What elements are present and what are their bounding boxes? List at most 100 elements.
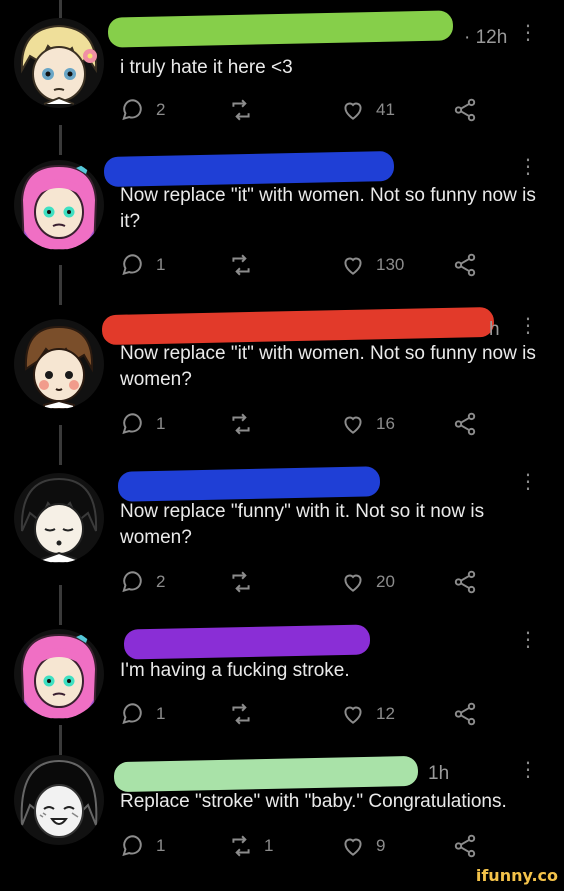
heart-icon: [344, 102, 362, 120]
post-actions: 2 20: [120, 569, 500, 597]
post-actions: 1 16: [120, 411, 500, 439]
like-button[interactable]: 130: [340, 252, 404, 278]
heart-icon: [344, 706, 362, 724]
post-time: 1h: [428, 763, 450, 784]
post-actions: 1 1 9: [120, 833, 500, 861]
repost-button[interactable]: [228, 411, 264, 437]
avatar[interactable]: [14, 319, 104, 409]
reply-count: 1: [156, 414, 166, 433]
repost-icon: [232, 413, 250, 435]
pink-hair-character-avatar: [14, 629, 104, 719]
heart-icon: [344, 257, 362, 275]
redaction-scribble: [123, 624, 371, 660]
avatar[interactable]: [14, 629, 104, 719]
post-text: I'm having a fucking stroke.: [120, 660, 350, 681]
share-button[interactable]: [452, 569, 478, 595]
like-button[interactable]: 9: [340, 833, 385, 859]
more-vertical-icon[interactable]: ⋮: [518, 630, 538, 650]
post-actions: 1 12: [120, 701, 500, 729]
like-button[interactable]: 16: [340, 411, 395, 437]
footer-bar: ifunny.co: [0, 860, 564, 891]
comment-icon: [122, 413, 142, 435]
comment-icon: [122, 571, 142, 593]
post-text: i truly hate it here <3: [120, 57, 293, 78]
pink-hair-character-avatar: [14, 160, 104, 250]
share-button[interactable]: [452, 411, 478, 437]
reply-button[interactable]: 1: [120, 252, 165, 278]
reply-count: 2: [156, 100, 166, 119]
avatar[interactable]: [14, 755, 104, 845]
blonde-character-avatar: [14, 18, 104, 108]
share-icon: [454, 412, 476, 436]
reply-button[interactable]: 1: [120, 833, 165, 859]
like-count: 12: [376, 704, 395, 723]
repost-button[interactable]: [228, 97, 264, 123]
avatar[interactable]: [14, 473, 104, 563]
share-button[interactable]: [452, 252, 478, 278]
redaction-scribble: [101, 306, 495, 346]
post: h ⋮ Now replace "it" with women. Not so …: [0, 305, 564, 465]
like-count: 9: [376, 836, 386, 855]
avatar[interactable]: [14, 18, 104, 108]
avatar[interactable]: [14, 160, 104, 250]
post-text: Replace "stroke" with "baby." Congratula…: [120, 791, 507, 812]
share-button[interactable]: [452, 701, 478, 727]
post-text: Now replace "funny" with it. Not so it n…: [120, 501, 485, 548]
repost-button[interactable]: 1: [228, 833, 273, 859]
more-vertical-icon[interactable]: ⋮: [518, 760, 538, 780]
post: ⋮ I'm having a fucking stroke. 1 12: [0, 624, 564, 760]
share-icon: [454, 834, 476, 858]
repost-icon: [232, 703, 250, 725]
reply-button[interactable]: 1: [120, 411, 165, 437]
heart-icon: [344, 838, 362, 856]
like-count: 20: [376, 572, 395, 591]
reply-count: 1: [156, 704, 166, 723]
like-count: 16: [376, 414, 395, 433]
reply-button[interactable]: 2: [120, 97, 165, 123]
watermark-logo: ifunny.co: [475, 866, 558, 885]
post-text: Now replace "it" with women. Not so funn…: [120, 343, 536, 390]
like-button[interactable]: 20: [340, 569, 395, 595]
reply-button[interactable]: 1: [120, 701, 165, 727]
post-time: h: [489, 319, 500, 340]
comment-icon: [122, 835, 142, 857]
more-vertical-icon[interactable]: ⋮: [518, 23, 538, 43]
share-button[interactable]: [452, 833, 478, 859]
post: · 12h ⋮ i truly hate it here <3 2 41: [0, 0, 564, 150]
post: ⋮ Now replace "funny" with it. Not so it…: [0, 465, 564, 625]
more-vertical-icon[interactable]: ⋮: [518, 157, 538, 177]
repost-icon: [232, 254, 250, 276]
reply-count: 2: [156, 572, 166, 591]
like-button[interactable]: 12: [340, 701, 395, 727]
post: ⋮ Now replace "it" with women. Not so fu…: [0, 150, 564, 310]
post-actions: 1 130: [120, 252, 500, 280]
repost-button[interactable]: [228, 701, 264, 727]
share-button[interactable]: [452, 97, 478, 123]
like-count: 130: [376, 255, 405, 274]
reply-button[interactable]: 2: [120, 569, 165, 595]
repost-count: 1: [264, 836, 274, 855]
like-button[interactable]: 41: [340, 97, 395, 123]
share-icon: [454, 253, 476, 277]
monochrome-character-avatar: [14, 755, 104, 845]
repost-button[interactable]: [228, 252, 264, 278]
like-count: 41: [376, 100, 395, 119]
repost-button[interactable]: [228, 569, 264, 595]
heart-icon: [344, 574, 362, 592]
repost-icon: [232, 99, 250, 121]
share-icon: [454, 570, 476, 594]
post-text: Now replace "it" with women. Not so funn…: [120, 185, 536, 232]
redaction-scribble: [103, 150, 395, 188]
repost-icon: [232, 571, 250, 593]
more-vertical-icon[interactable]: ⋮: [518, 316, 538, 336]
comment-icon: [122, 703, 142, 725]
more-vertical-icon[interactable]: ⋮: [518, 472, 538, 492]
redaction-scribble: [113, 755, 419, 793]
post: 1h ⋮ Replace "stroke" with "baby." Congr…: [0, 755, 564, 860]
reply-count: 1: [156, 255, 166, 274]
redaction-scribble: [107, 10, 454, 48]
redaction-scribble: [117, 466, 381, 502]
share-icon: [454, 98, 476, 122]
heart-icon: [344, 416, 362, 434]
post-actions: 2 41: [120, 97, 500, 125]
